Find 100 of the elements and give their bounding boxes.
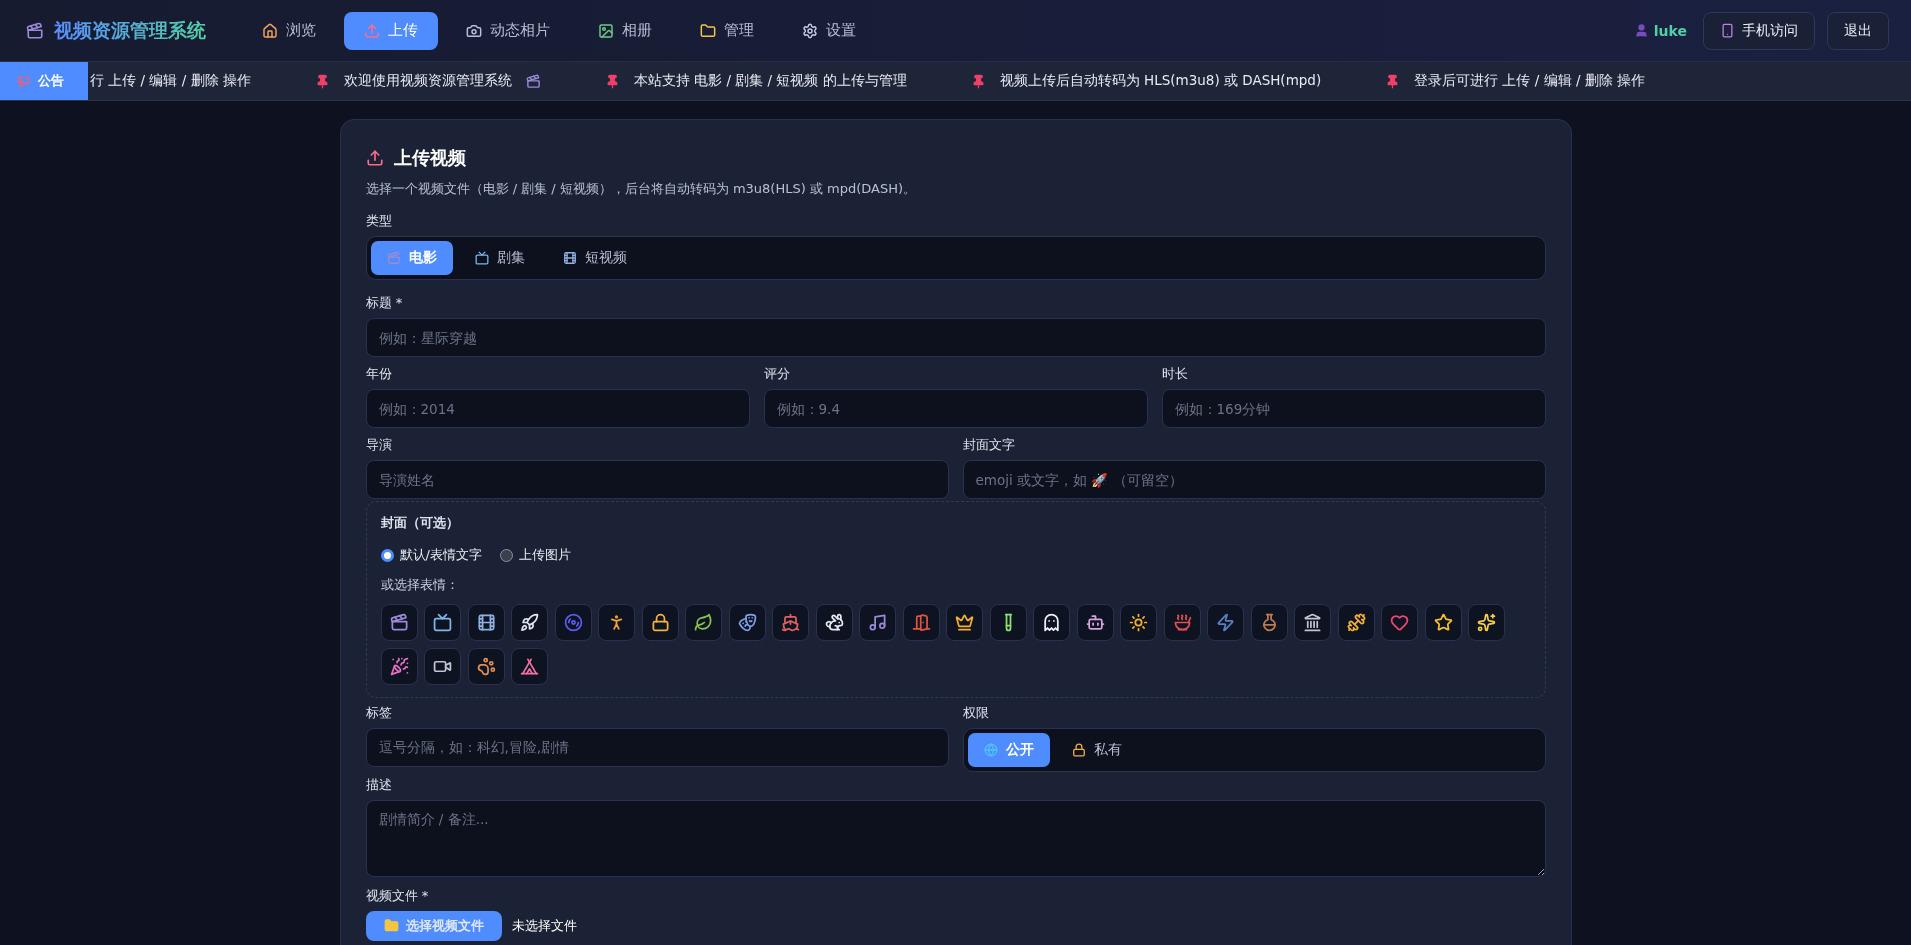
input-field[interactable]: 例如：星际穿越	[365, 318, 1546, 357]
section-title: 封面（可选）	[380, 514, 460, 532]
pin-icon	[1385, 73, 1401, 89]
emoji-option[interactable]	[380, 647, 418, 685]
emoji-option[interactable]	[467, 647, 505, 685]
clapperboard-icon	[525, 73, 541, 89]
nav-tab[interactable]: 管理	[680, 11, 774, 50]
type-tab[interactable]: 剧集	[458, 241, 541, 275]
input-field[interactable]: 例如：9.4	[763, 389, 1148, 428]
mobile-access-button[interactable]: 手机访问	[1703, 11, 1815, 50]
upload-icon	[364, 22, 380, 39]
pin-icon	[314, 73, 330, 89]
emoji-option[interactable]	[989, 604, 1027, 641]
field-label: 描述	[365, 775, 393, 794]
announcement-text: 本站支持 电影 / 剧集 / 短视频 的上传与管理	[633, 72, 907, 90]
field-label: 视频文件 *	[365, 886, 430, 905]
sparkles-icon	[1477, 613, 1496, 632]
dumbbell-icon	[1346, 613, 1366, 632]
clapperboard-icon	[26, 21, 44, 40]
field-label: 时长	[1161, 365, 1189, 383]
globe-icon	[983, 742, 998, 757]
camera-icon	[466, 22, 482, 39]
field-label: 封面文字	[962, 436, 1016, 454]
emoji-option[interactable]	[1033, 604, 1070, 641]
ghost-icon	[1042, 613, 1061, 632]
leaf-icon	[694, 613, 713, 632]
nav-tab[interactable]: 浏览	[242, 11, 336, 50]
paw-icon	[476, 656, 496, 676]
emoji-option[interactable]	[815, 604, 853, 641]
user-name: luke	[1633, 22, 1687, 39]
masks-icon	[737, 613, 757, 632]
tv-icon	[474, 251, 489, 265]
folder-icon	[700, 22, 716, 39]
type-tab[interactable]: 短视频	[546, 241, 643, 275]
radio-button[interactable]	[380, 548, 394, 562]
tv-icon	[433, 613, 452, 632]
clapperboard-icon	[389, 613, 409, 632]
heart-icon	[1390, 613, 1409, 632]
film-icon	[476, 613, 496, 632]
emoji-option[interactable]	[511, 604, 548, 641]
tent-icon	[520, 656, 539, 676]
megaphone-icon	[16, 74, 30, 88]
input-field[interactable]: 例如：169分钟	[1161, 389, 1546, 428]
nav-tab[interactable]: 设置	[782, 11, 876, 50]
emoji-option[interactable]	[1294, 604, 1331, 641]
field-label: 标签	[365, 703, 393, 722]
ship-icon	[781, 613, 800, 632]
film-icon	[562, 251, 577, 265]
emoji-option[interactable]	[380, 604, 418, 641]
announcement-text: 登录后可进行 上传 / 编辑 / 删除 操作	[1414, 72, 1646, 90]
spiral-icon	[563, 613, 583, 632]
radio-label: 上传图片	[518, 546, 571, 564]
lock-icon	[650, 613, 670, 632]
input-field[interactable]: 逗号分隔，如：科幻,冒险,剧情	[365, 727, 949, 767]
bowl-icon	[1172, 613, 1192, 632]
pin-icon	[604, 73, 620, 89]
image-icon	[598, 22, 614, 39]
lock-icon	[1071, 742, 1086, 757]
input-field[interactable]: 导演姓名	[365, 460, 949, 499]
emoji-option[interactable]	[467, 604, 505, 641]
star-icon	[1433, 613, 1453, 632]
emoji-option[interactable]	[598, 604, 635, 641]
sun-icon	[1129, 613, 1148, 632]
emoji-label: 或选择表情：	[380, 576, 460, 594]
field-label: 标题 *	[365, 294, 404, 312]
emoji-option[interactable]	[1120, 604, 1157, 641]
emoji-option[interactable]	[1337, 604, 1375, 641]
emoji-option[interactable]	[859, 604, 896, 641]
nav-tab[interactable]: 动态相片	[446, 11, 570, 50]
emoji-option[interactable]	[424, 604, 461, 641]
emoji-option[interactable]	[685, 604, 722, 641]
phone-icon	[1720, 23, 1735, 38]
announcement-badge: 公告	[0, 62, 88, 100]
nav-tab[interactable]: 相册	[578, 11, 672, 50]
description-field[interactable]: 剧情简介 / 备注...	[365, 799, 1546, 877]
emoji-option[interactable]	[641, 604, 679, 641]
announcement-text: 行 上传 / 编辑 / 删除 操作	[90, 72, 251, 90]
music-icon	[868, 613, 887, 632]
emoji-option[interactable]	[728, 604, 766, 641]
file-status: 未选择文件	[511, 916, 577, 935]
emoji-option[interactable]	[1424, 604, 1462, 641]
announcement-text: 欢迎使用视频资源管理系统	[343, 72, 512, 90]
field-label: 类型	[365, 212, 393, 230]
emoji-option[interactable]	[424, 647, 461, 685]
logout-button[interactable]: 退出	[1827, 11, 1889, 50]
input-field[interactable]: emoji 或文字，如 🚀 （可留空）	[962, 460, 1546, 499]
input-field[interactable]: 例如：2014	[365, 389, 750, 428]
rocket-icon	[520, 613, 539, 632]
card-subtitle: 选择一个视频文件（电影 / 剧集 / 短视频），后台将自动转码为 m3u8(HLS) 或 mpd(DASH)。	[365, 180, 918, 198]
radio-label: 默认/表情文字	[399, 546, 482, 564]
emoji-option[interactable]	[1468, 604, 1505, 641]
emoji-option[interactable]	[946, 604, 983, 641]
clapperboard-icon	[386, 251, 401, 265]
permission-tab[interactable]: 私有	[1055, 732, 1138, 767]
field-label: 评分	[763, 365, 791, 383]
radio-button[interactable]	[499, 548, 513, 562]
field-label: 导演	[365, 436, 393, 454]
field-label: 权限	[962, 703, 990, 722]
emoji-option[interactable]	[511, 647, 548, 685]
emoji-option[interactable]	[1076, 604, 1114, 641]
